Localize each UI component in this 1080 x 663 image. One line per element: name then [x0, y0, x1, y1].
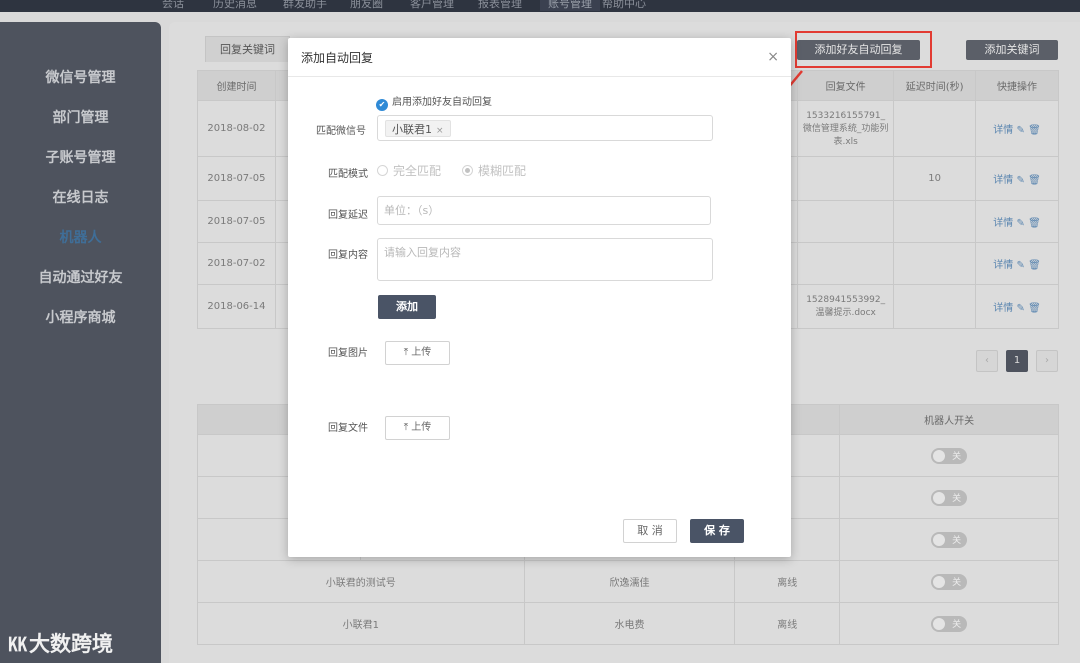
match-wechat-label: 匹配微信号 — [316, 126, 366, 137]
reply-delay-input[interactable] — [377, 196, 711, 225]
reply-file-label: 回复文件 — [328, 423, 368, 434]
add-keyword-button[interactable]: 添加关键词 — [966, 40, 1058, 60]
upload-file-button[interactable]: ⤒ 上传 — [385, 416, 450, 440]
reply-content-field[interactable] — [378, 239, 712, 280]
brand-logo-icon: ㏍ — [8, 634, 28, 656]
robot-switch[interactable]: 关 — [931, 573, 968, 590]
upload-image-button[interactable]: ⤒ 上传 — [385, 341, 450, 365]
check-icon: ✔ — [376, 99, 388, 111]
next-page-button[interactable]: › — [1036, 350, 1058, 372]
nav-item-active[interactable]: 账号管理 — [540, 0, 600, 11]
sidebar-item-wechat[interactable]: 微信号管理 — [0, 67, 161, 87]
edit-icon[interactable]: ✎ — [1016, 303, 1024, 314]
detail-link[interactable]: 详情 — [993, 303, 1013, 314]
chip-close-icon[interactable]: × — [436, 126, 444, 136]
col-created: 创建时间 — [197, 70, 276, 101]
trash-icon[interactable]: 🗑 — [1028, 260, 1041, 271]
upload-icon: ⤒ — [403, 347, 409, 358]
radio-exact-match[interactable]: 完全匹配 — [377, 162, 441, 179]
nav-item[interactable]: 会话 — [162, 0, 184, 11]
trash-icon[interactable]: 🗑 — [1028, 303, 1041, 314]
nav-item[interactable]: 客户管理 — [410, 0, 454, 11]
watermark-logo: ㏍大数跨境 — [8, 632, 114, 656]
close-icon[interactable]: × — [767, 49, 779, 65]
enable-checkbox[interactable]: ✔ 启用添加好友自动回复 — [376, 93, 492, 111]
robot-switch[interactable]: 关 — [931, 615, 968, 632]
add-auto-reply-dialog: 添加自动回复 × ✔ 启用添加好友自动回复 匹配微信号 小联君1 × 匹配模式 完全… — [288, 38, 791, 557]
nav-item[interactable]: 历史消息 — [213, 0, 257, 11]
page-1-button[interactable]: 1 — [1006, 350, 1028, 372]
reply-image-label: 回复图片 — [328, 348, 368, 359]
sidebar-item-auto-friend[interactable]: 自动通过好友 — [0, 267, 161, 287]
table-row: 小联君1 水电费 离线 关 — [197, 602, 1059, 645]
edit-icon[interactable]: ✎ — [1016, 260, 1024, 271]
nav-item[interactable]: 朋友圈 — [350, 0, 383, 11]
nav-item[interactable]: 帮助中心 — [602, 0, 646, 11]
trash-icon[interactable]: 🗑 — [1028, 175, 1041, 186]
nav-item[interactable]: 群发助手 — [283, 0, 327, 11]
reply-content-label: 回复内容 — [328, 250, 368, 261]
sidebar-item-robot[interactable]: 机器人 — [0, 227, 161, 247]
nav-item[interactable]: 报表管理 — [478, 0, 522, 11]
sidebar-item-subaccount[interactable]: 子账号管理 — [0, 147, 161, 167]
reply-delay-label: 回复延迟 — [328, 210, 368, 221]
trash-icon[interactable]: 🗑 — [1028, 125, 1041, 136]
wechat-chip: 小联君1 × — [385, 120, 451, 137]
robot-switch[interactable]: 关 — [931, 531, 968, 548]
col-delay: 延迟时间(秒) — [893, 70, 977, 101]
edit-icon[interactable]: ✎ — [1016, 175, 1024, 186]
detail-link[interactable]: 详情 — [993, 260, 1013, 271]
sidebar-item-miniapp[interactable]: 小程序商城 — [0, 307, 161, 327]
col-file: 回复文件 — [797, 70, 895, 101]
prev-page-button[interactable]: ‹ — [976, 350, 998, 372]
tab-reply-keyword[interactable]: 回复关键词 — [205, 36, 290, 62]
detail-link[interactable]: 详情 — [993, 175, 1013, 186]
add-button[interactable]: 添加 — [378, 295, 436, 319]
top-nav: 会话 历史消息 群发助手 朋友圈 客户管理 报表管理 账号管理 帮助中心 — [0, 0, 1080, 12]
match-wechat-select[interactable]: 小联君1 × — [377, 115, 713, 141]
robot-switch[interactable]: 关 — [931, 447, 968, 464]
edit-icon[interactable]: ✎ — [1016, 125, 1024, 136]
detail-link[interactable]: 详情 — [993, 218, 1013, 229]
col-robot-switch: 机器人开关 — [839, 404, 1059, 435]
sidebar-item-online-log[interactable]: 在线日志 — [0, 187, 161, 207]
edit-icon[interactable]: ✎ — [1016, 218, 1024, 229]
match-mode-label: 匹配模式 — [328, 169, 368, 180]
radio-fuzzy-match[interactable]: 模糊匹配 — [462, 162, 526, 179]
highlight-box — [795, 31, 932, 68]
col-actions: 快捷操作 — [975, 70, 1059, 101]
sidebar-item-department[interactable]: 部门管理 — [0, 107, 161, 127]
upload-icon: ⤒ — [403, 422, 409, 433]
robot-switch[interactable]: 关 — [931, 489, 968, 506]
sidebar: 微信号管理 部门管理 子账号管理 在线日志 机器人 自动通过好友 小程序商城 — [0, 22, 161, 663]
trash-icon[interactable]: 🗑 — [1028, 218, 1041, 229]
detail-link[interactable]: 详情 — [993, 125, 1013, 136]
save-button[interactable]: 保 存 — [690, 519, 744, 543]
reply-delay-field[interactable] — [378, 197, 710, 224]
reply-content-input[interactable] — [377, 238, 713, 281]
cancel-button[interactable]: 取 消 — [623, 519, 677, 543]
dialog-title: 添加自动回复 — [288, 38, 791, 77]
table-row: 小联君的测试号 欣逸濡佳 离线 关 — [197, 560, 1059, 603]
